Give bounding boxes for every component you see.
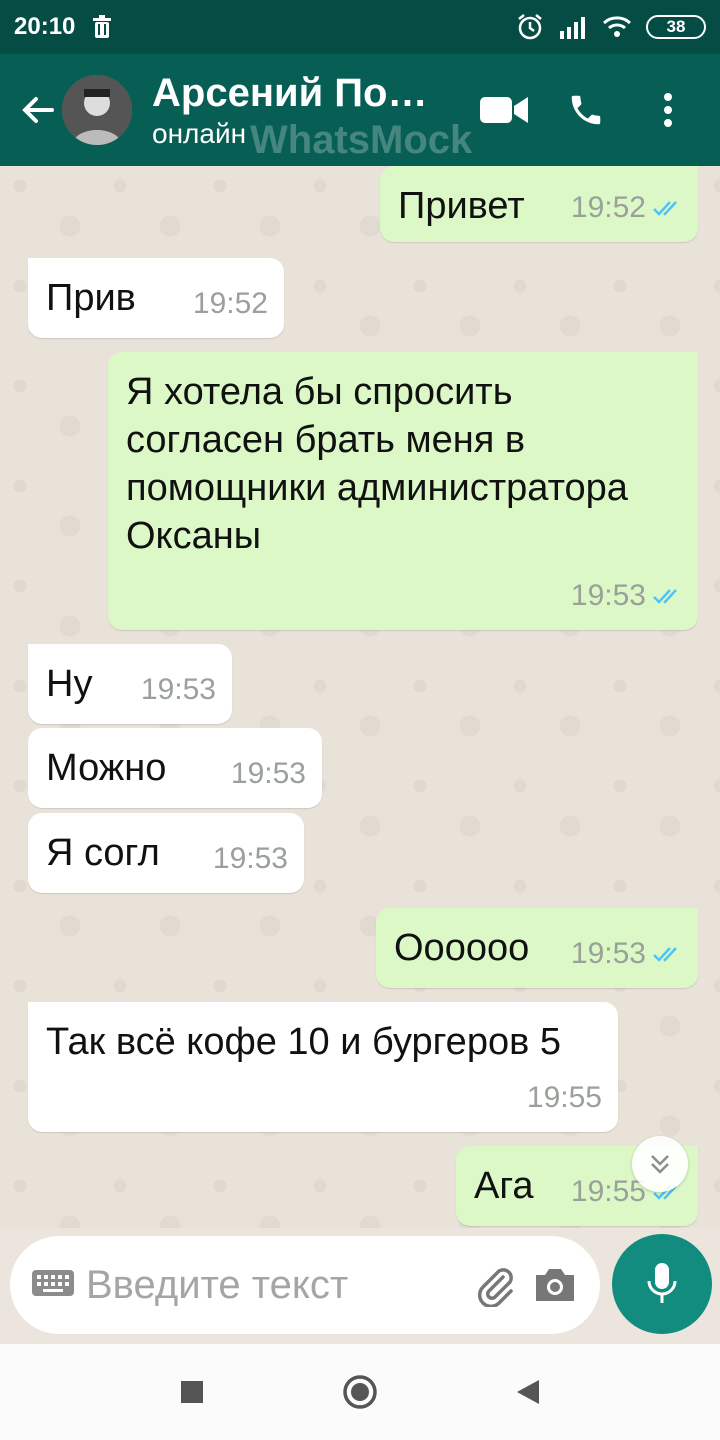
message-time: 19:53 xyxy=(230,757,306,790)
message-incoming[interactable]: Прив 19:52 xyxy=(28,258,284,338)
watermark: WhatsMock xyxy=(250,118,473,162)
camera-button[interactable] xyxy=(530,1260,580,1310)
message-text: Я хотела бы спросить согласен брать меня… xyxy=(126,371,628,557)
chat-header: Арсений По… онлайн WhatsMock xyxy=(0,54,720,166)
message-input[interactable]: Введите текст xyxy=(86,1263,460,1308)
message-time: 19:53 xyxy=(140,673,216,706)
message-composer: Введите текст xyxy=(10,1236,600,1334)
video-camera-icon xyxy=(480,97,528,123)
more-vertical-icon xyxy=(664,93,672,127)
message-text: Прив xyxy=(46,277,136,319)
message-time: 19:52 xyxy=(570,191,646,224)
message-text: Привет xyxy=(398,185,525,227)
message-time: 19:53 xyxy=(570,937,646,970)
triangle-back-icon xyxy=(517,1380,539,1404)
status-time: 20:10 xyxy=(14,13,76,40)
attach-button[interactable] xyxy=(470,1260,520,1310)
video-call-button[interactable] xyxy=(478,84,530,136)
message-text: Так всё кофе 10 и бургеров 5 xyxy=(46,1021,561,1063)
paperclip-icon xyxy=(477,1268,513,1307)
avatar[interactable] xyxy=(62,75,132,145)
double-check-icon xyxy=(653,947,677,962)
system-navigation-bar xyxy=(0,1344,720,1440)
message-time: 19:53 xyxy=(570,579,646,612)
double-check-icon xyxy=(653,589,677,604)
home-button[interactable] xyxy=(336,1368,384,1416)
message-incoming[interactable]: Ну 19:53 xyxy=(28,644,232,724)
message-time: 19:55 xyxy=(526,1081,602,1114)
square-icon xyxy=(181,1381,203,1403)
circle-icon xyxy=(343,1375,377,1409)
voice-record-button[interactable] xyxy=(612,1234,712,1334)
recents-button[interactable] xyxy=(168,1368,216,1416)
signal-icon xyxy=(560,17,585,39)
voice-call-button[interactable] xyxy=(560,84,612,136)
scroll-to-bottom-button[interactable] xyxy=(632,1136,688,1192)
message-time: 19:53 xyxy=(212,842,288,875)
message-outgoing[interactable]: Оооооо 19:53 xyxy=(376,908,698,988)
camera-icon xyxy=(536,1269,574,1301)
arrow-left-icon xyxy=(22,97,54,123)
alarm-icon xyxy=(518,14,542,40)
back-nav-button[interactable] xyxy=(504,1368,552,1416)
keyboard-icon xyxy=(32,1269,74,1296)
message-outgoing[interactable]: Я хотела бы спросить согласен брать меня… xyxy=(108,352,698,630)
message-outgoing[interactable]: Привет 19:52 xyxy=(380,166,698,242)
microphone-icon xyxy=(647,1263,677,1303)
message-incoming[interactable]: Я согл 19:53 xyxy=(28,813,304,893)
message-text: Можно xyxy=(46,747,167,789)
message-text: Ага xyxy=(474,1165,534,1207)
phone-icon xyxy=(571,95,601,125)
wifi-icon xyxy=(602,16,632,37)
double-check-icon xyxy=(653,201,677,216)
chat-area[interactable]: Привет 19:52 Прив 19:52 Я хотела бы спро… xyxy=(0,166,720,1228)
message-time: 19:52 xyxy=(192,287,268,320)
message-text: Ну xyxy=(46,663,93,705)
battery-indicator: 38 xyxy=(646,15,706,39)
trash-icon xyxy=(93,15,112,38)
message-incoming[interactable]: Можно 19:53 xyxy=(28,728,322,808)
avatar-photo xyxy=(62,75,132,145)
message-text: Оооооо xyxy=(394,927,530,969)
message-incoming[interactable]: Так всё кофе 10 и бургеров 5 19:55 xyxy=(28,1002,618,1132)
more-options-button[interactable] xyxy=(642,84,694,136)
back-button[interactable] xyxy=(10,82,66,138)
message-text: Я согл xyxy=(46,832,160,874)
double-chevron-down-icon xyxy=(651,1155,669,1174)
status-bar: 20:10 38 xyxy=(0,0,720,54)
keyboard-button[interactable] xyxy=(30,1260,76,1311)
contact-name: Арсений По… xyxy=(152,70,428,115)
